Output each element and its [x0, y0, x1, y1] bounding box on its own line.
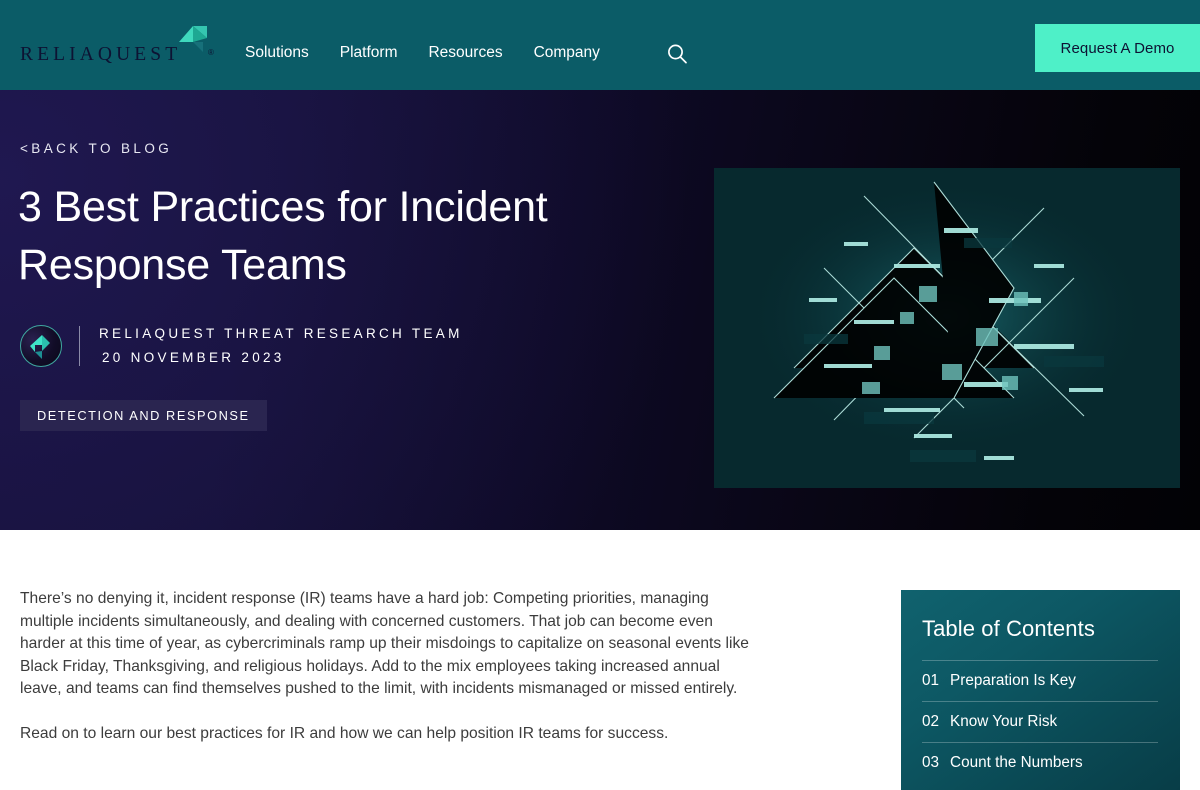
logo-wordmark: RELIAQUEST [20, 44, 182, 65]
nav-item-platform[interactable]: Platform [340, 44, 398, 62]
toc-item-label: Preparation Is Key [950, 672, 1076, 689]
toc-item-1[interactable]: 01 Preparation Is Key [922, 660, 1158, 701]
byline-divider [79, 326, 80, 366]
toc-item-number: 03 [922, 754, 940, 771]
reliaquest-logo[interactable]: RELIAQUEST ® [20, 20, 214, 72]
article-body: There’s no denying it, incident response… [20, 588, 760, 768]
back-to-blog-link[interactable]: <BACK TO BLOG [20, 141, 172, 156]
search-icon[interactable] [665, 42, 689, 66]
byline-author: RELIAQUEST THREAT RESEARCH TEAM [99, 326, 463, 341]
request-demo-button[interactable]: Request A Demo [1035, 24, 1200, 72]
reliaquest-avatar-icon [20, 325, 62, 367]
site-header: RELIAQUEST ® Solutions Platform Resource… [0, 0, 1200, 90]
article-paragraph: There’s no denying it, incident response… [20, 590, 749, 698]
nav-item-company[interactable]: Company [534, 44, 600, 62]
article-content: There’s no denying it, incident response… [0, 530, 1200, 790]
toc-title: Table of Contents [922, 616, 1095, 641]
byline-date: 20 NOVEMBER 2023 [102, 350, 285, 365]
toc-item-label: Count the Numbers [950, 754, 1083, 771]
hero-section: <BACK TO BLOG 3 Best Practices for Incid… [0, 90, 1200, 530]
hero-image [714, 168, 1180, 488]
toc-item-label: Know Your Risk [950, 713, 1058, 730]
nav-item-solutions[interactable]: Solutions [245, 44, 309, 62]
table-of-contents: Table of Contents 01 Preparation Is Key … [901, 590, 1180, 790]
status-badge[interactable]: DETECTION AND RESPONSE [20, 400, 267, 431]
page-title: 3 Best Practices for Incident Response T… [18, 183, 548, 289]
toc-item-2[interactable]: 02 Know Your Risk [922, 701, 1158, 742]
article-paragraph: Read on to learn our best practices for … [20, 724, 669, 742]
toc-item-number: 02 [922, 713, 940, 730]
nav-item-resources[interactable]: Resources [428, 44, 502, 62]
main-nav: Solutions Platform Resources Company [245, 44, 600, 62]
toc-item-number: 01 [922, 672, 940, 689]
toc-item-3[interactable]: 03 Count the Numbers [922, 742, 1158, 783]
byline: RELIAQUEST THREAT RESEARCH TEAM 20 NOVEM… [20, 324, 463, 368]
logo-geometric-mark [177, 20, 213, 56]
